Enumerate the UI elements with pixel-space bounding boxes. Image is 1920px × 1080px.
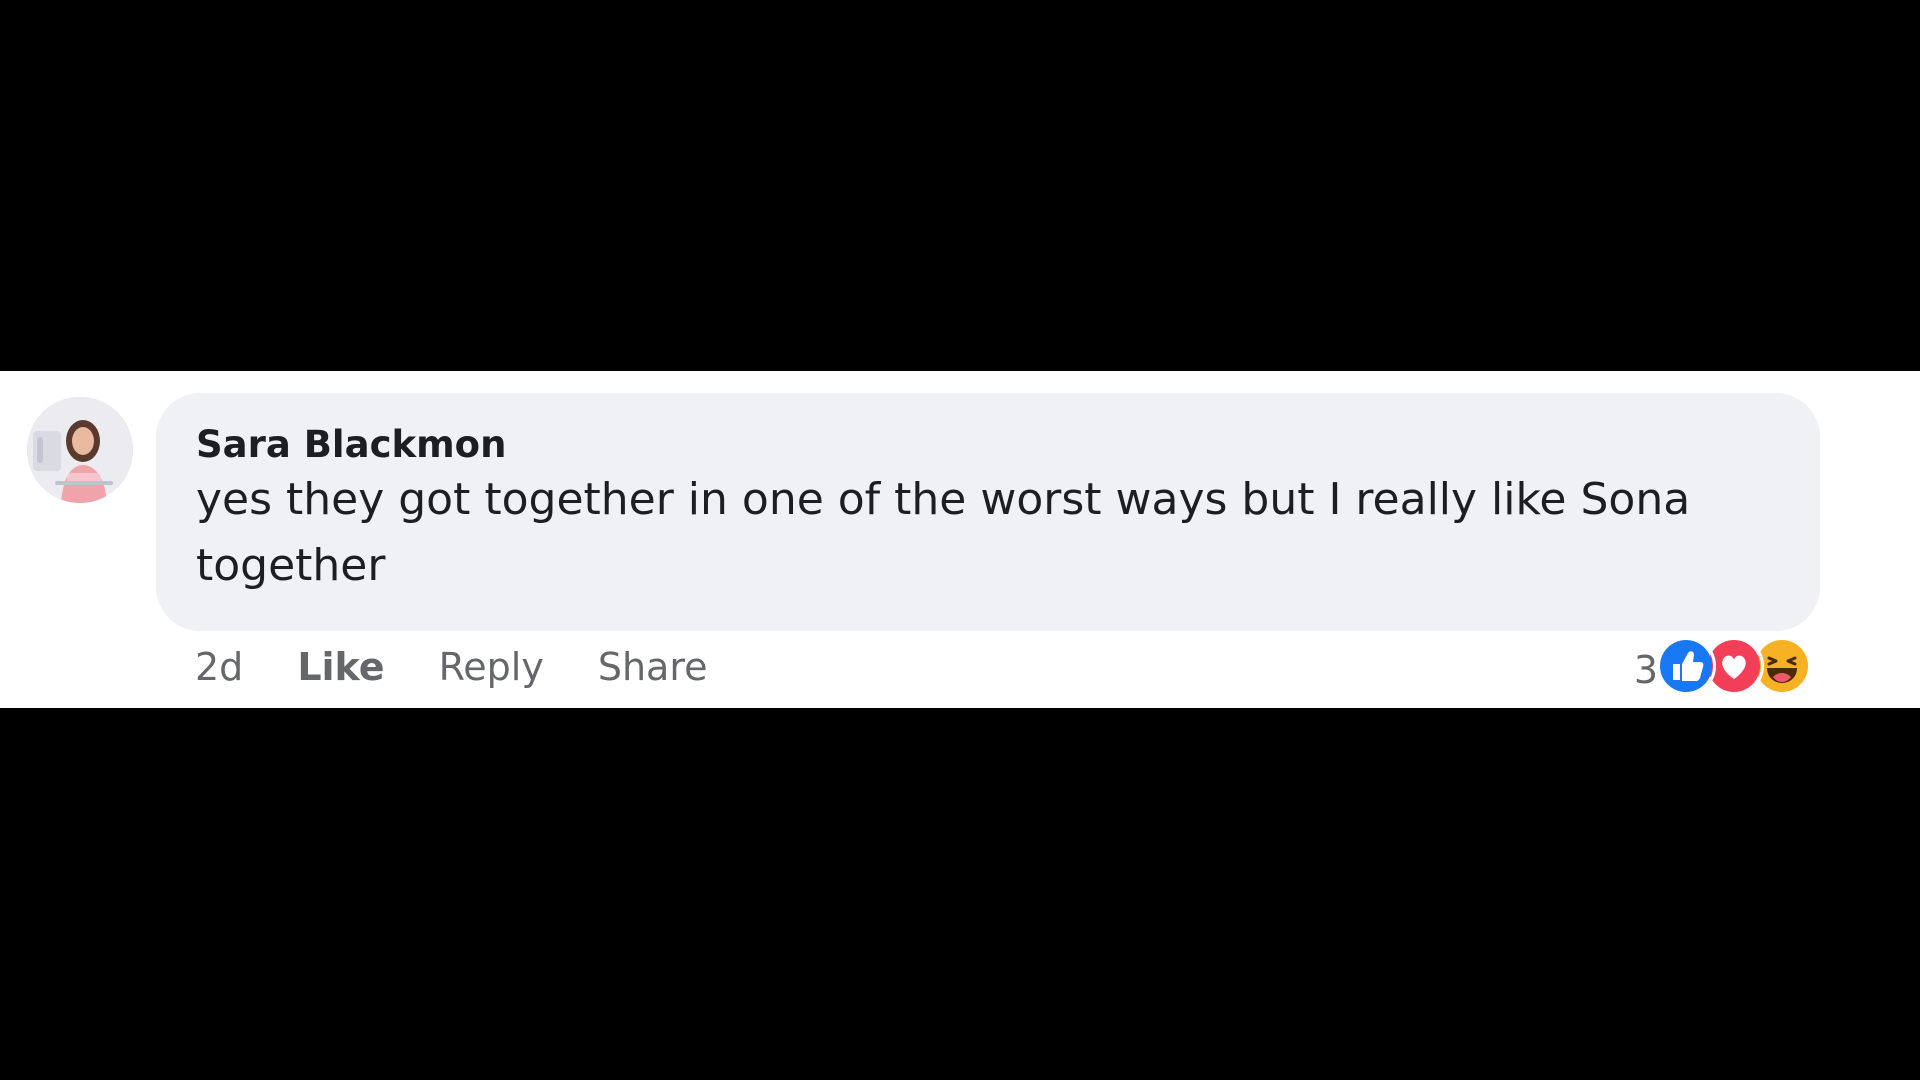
comment-author[interactable]: Sara Blackmon <box>196 423 1780 467</box>
user-avatar-icon <box>27 397 133 503</box>
reaction-count: 3 <box>1633 648 1658 692</box>
comment-bubble: Sara Blackmon yes they got together in o… <box>156 393 1820 631</box>
letterbox-bottom <box>0 708 1920 1080</box>
reaction-summary[interactable]: 3 <box>1633 636 1812 696</box>
comment-text: yes they got together in one of the wors… <box>196 474 1691 591</box>
comment-container: Sara Blackmon yes they got together in o… <box>0 371 1920 708</box>
letterbox-top <box>0 0 1920 371</box>
avatar[interactable] <box>27 397 133 503</box>
comment-actions: 2d Like Reply Share <box>195 642 762 692</box>
like-button[interactable]: Like <box>297 645 384 689</box>
comment-timestamp[interactable]: 2d <box>195 645 243 689</box>
share-button[interactable]: Share <box>598 645 708 689</box>
like-reaction-icon <box>1656 636 1716 696</box>
reply-button[interactable]: Reply <box>439 645 544 689</box>
